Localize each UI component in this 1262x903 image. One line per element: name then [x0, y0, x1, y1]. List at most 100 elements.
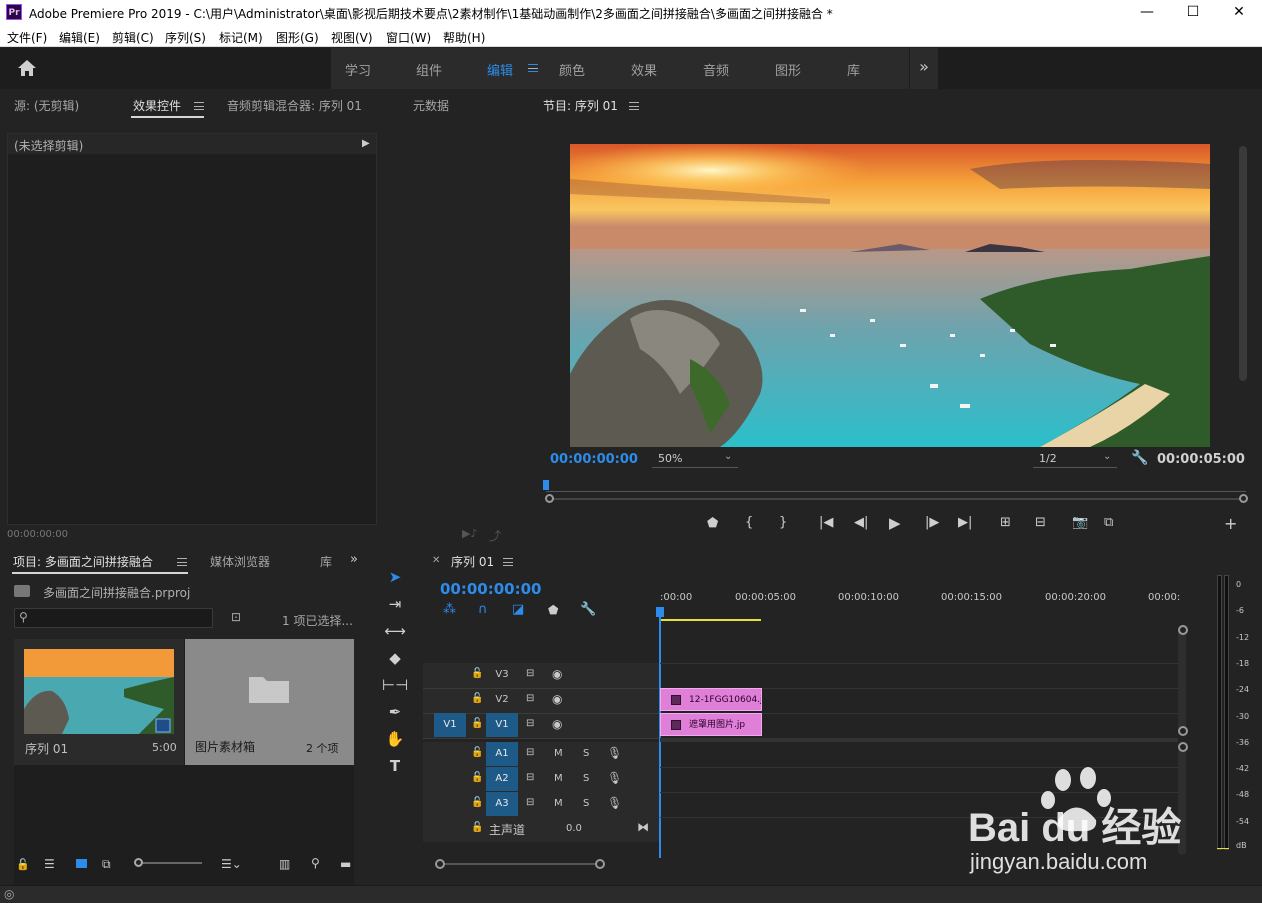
timeline-settings-wrench-icon[interactable]: 🔧 [580, 602, 596, 617]
tab-metadata[interactable]: 元数据 [413, 97, 449, 114]
eye-icon[interactable]: ◉ [552, 717, 562, 731]
hand-tool-icon[interactable]: ✋ [382, 728, 408, 750]
program-time-ruler[interactable] [546, 491, 1246, 492]
ripple-edit-tool-icon[interactable]: ⟷ [382, 620, 408, 642]
source-patch-v1[interactable]: V1 [434, 713, 466, 737]
workspace-tab-graphics[interactable]: 图形 [775, 60, 801, 79]
project-search-input[interactable]: ⚲ [14, 608, 213, 628]
step-back-icon[interactable]: ◀| [854, 515, 868, 530]
export-frame-camera-icon[interactable]: 📷 [1072, 515, 1088, 530]
track-name-a3[interactable]: A3 [486, 792, 518, 816]
workspace-tab-effects[interactable]: 效果 [631, 60, 657, 79]
eye-icon[interactable]: ◉ [552, 667, 562, 681]
clip-v2[interactable]: 12-1FGG10604.jp [660, 688, 762, 711]
solo-button[interactable]: S [583, 773, 589, 784]
workspace-tab-assembly[interactable]: 组件 [416, 60, 442, 79]
program-current-timecode[interactable]: 00:00:00:00 [550, 452, 638, 467]
tab-effect-controls[interactable]: 效果控件 [133, 97, 181, 114]
timeline-horizontal-scrollbar[interactable] [439, 863, 599, 865]
sync-lock-icon[interactable]: ⊟ [526, 668, 534, 679]
add-marker-icon[interactable]: ⬟ [548, 603, 558, 617]
mute-button[interactable]: M [554, 773, 563, 784]
playhead-handle[interactable] [656, 607, 664, 617]
icon-view-icon[interactable] [76, 859, 87, 868]
workspace-tab-libraries[interactable]: 库 [847, 60, 860, 79]
work-area-bar[interactable] [660, 619, 761, 621]
timeline-sequence-tab[interactable]: 序列 01 [451, 553, 494, 570]
snap-magnet-icon[interactable]: ∩ [478, 602, 488, 617]
minimize-button[interactable]: — [1124, 0, 1170, 25]
track-name-v2[interactable]: V2 [491, 694, 513, 705]
thumbnail-size-slider[interactable] [136, 862, 202, 864]
play-audio-icon[interactable]: ▶♪ [462, 527, 477, 540]
go-to-in-icon[interactable]: |◀ [819, 515, 833, 530]
lock-icon[interactable]: 🔓 [471, 668, 483, 679]
resolution-select[interactable]: 1/2 ⌄ [1033, 451, 1117, 468]
eye-icon[interactable]: ◉ [552, 692, 562, 706]
clip-v1[interactable]: 遮罩用图片.jp [660, 713, 762, 736]
close-tab-icon[interactable]: ✕ [432, 555, 440, 566]
workspace-tab-editing[interactable]: 编辑 [487, 60, 513, 79]
sort-icon[interactable]: ☰⌄ [221, 857, 242, 871]
zoom-select[interactable]: 50% ⌄ [652, 451, 738, 468]
program-video-frame[interactable] [570, 144, 1210, 447]
solo-button[interactable]: S [583, 748, 589, 759]
menu-edit[interactable]: 编辑(E) [59, 29, 100, 46]
home-icon[interactable] [17, 59, 37, 77]
sync-lock-icon[interactable]: ⊟ [526, 797, 534, 808]
workspace-tab-audio[interactable]: 音频 [703, 60, 729, 79]
scroll-handle[interactable] [1178, 742, 1188, 752]
mark-out-icon[interactable]: } [779, 515, 787, 530]
tab-audio-clip-mixer[interactable]: 音频剪辑混合器: 序列 01 [227, 97, 362, 114]
step-forward-icon[interactable]: |▶ [925, 515, 939, 530]
timeline-timecode[interactable]: 00:00:00:00 [440, 580, 542, 598]
workspace-menu-icon[interactable] [528, 64, 538, 72]
zoom-handle-right[interactable] [1239, 494, 1248, 503]
go-to-out-icon[interactable]: ▶| [958, 515, 972, 530]
program-playhead[interactable] [543, 480, 549, 490]
scroll-handle[interactable] [1178, 625, 1188, 635]
master-volume-value[interactable]: 0.0 [566, 823, 582, 834]
expand-arrow-icon[interactable]: ▶ [362, 138, 370, 149]
project-item-sequence[interactable]: 序列 01 5:00 [14, 639, 184, 765]
add-marker-icon[interactable]: ⬟ [707, 516, 718, 531]
mark-in-icon[interactable]: { [745, 515, 753, 530]
scroll-handle[interactable] [1178, 726, 1188, 736]
play-icon[interactable]: ▶ [889, 514, 901, 532]
go-to-next-edit-icon[interactable]: ⧓ [637, 820, 649, 834]
automate-to-sequence-icon[interactable]: ▥ [279, 857, 290, 871]
new-search-bin-icon[interactable]: ⊡ [231, 610, 241, 624]
program-monitor-title[interactable]: 节目: 序列 01 [543, 97, 618, 114]
timeline-menu-icon[interactable] [503, 558, 513, 566]
track-name-a2[interactable]: A2 [486, 767, 518, 791]
lock-icon[interactable]: 🔓 [471, 772, 483, 783]
lock-icon[interactable]: 🔓 [471, 822, 483, 833]
mute-button[interactable]: M [554, 748, 563, 759]
export-icon[interactable]: ⤴ [489, 527, 501, 544]
tab-libraries[interactable]: 库 [320, 553, 332, 570]
h-scroll-handle-left[interactable] [435, 859, 445, 869]
mute-button[interactable]: M [554, 798, 563, 809]
compare-view-icon[interactable]: ⧉ [1104, 515, 1113, 530]
lock-icon[interactable]: 🔓 [471, 747, 483, 758]
menu-sequence[interactable]: 序列(S) [165, 29, 206, 46]
lock-icon[interactable]: 🔓 [471, 693, 483, 704]
zoom-handle-left[interactable] [545, 494, 554, 503]
tab-source[interactable]: 源: (无剪辑) [14, 97, 79, 114]
type-tool-icon[interactable]: T [382, 755, 408, 777]
lift-icon[interactable]: ⊞ [1000, 515, 1011, 530]
menu-window[interactable]: 窗口(W) [386, 29, 431, 46]
list-view-icon[interactable]: ☰ [44, 857, 55, 871]
maximize-button[interactable]: ☐ [1170, 0, 1216, 25]
project-menu-icon[interactable] [177, 558, 187, 566]
new-bin-icon[interactable]: ▬ [340, 857, 351, 871]
menu-help[interactable]: 帮助(H) [443, 29, 485, 46]
lock-icon[interactable]: 🔓 [471, 797, 483, 808]
pen-tool-icon[interactable]: ✒ [382, 701, 408, 723]
panel-menu-icon[interactable] [194, 102, 204, 110]
track-select-tool-icon[interactable]: ⇥ [382, 593, 408, 615]
menu-file[interactable]: 文件(F) [7, 29, 47, 46]
find-icon[interactable]: ⚲ [311, 856, 320, 870]
menu-clip[interactable]: 剪辑(C) [112, 29, 154, 46]
more-tabs-icon[interactable]: » [350, 552, 358, 567]
